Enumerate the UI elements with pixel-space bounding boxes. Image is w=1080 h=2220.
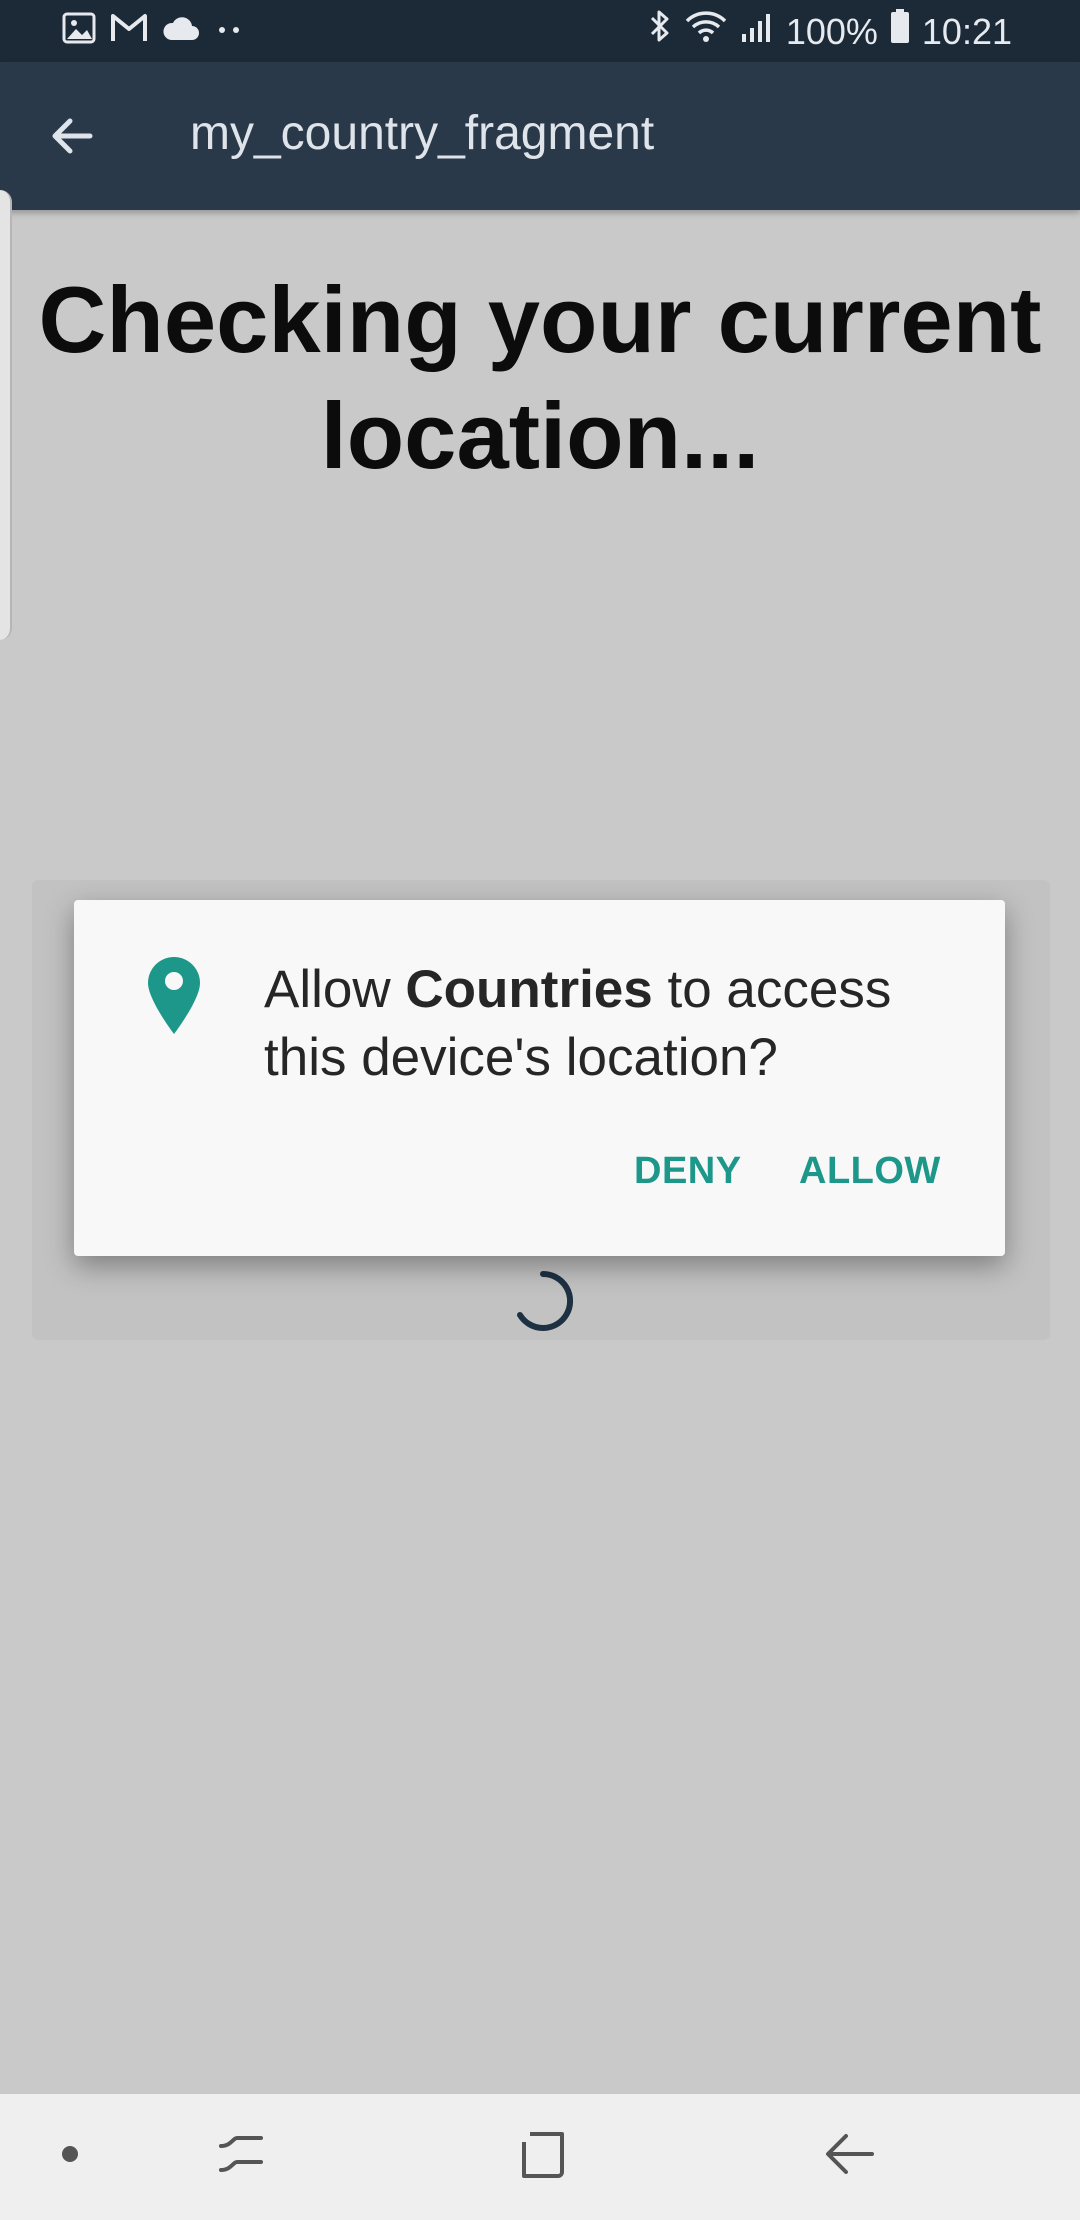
back-button[interactable] (36, 100, 108, 172)
status-time: 10:21 (921, 10, 1012, 52)
recents-icon[interactable] (216, 2124, 266, 2189)
battery-icon (890, 8, 910, 55)
allow-button[interactable]: ALLOW (799, 1150, 941, 1193)
cloud-icon (162, 14, 200, 47)
status-bar: 100% 10:21 (0, 0, 1080, 62)
navigation-bar (0, 2094, 1080, 2220)
status-system: 100% 10:21 (648, 8, 1012, 55)
home-icon[interactable] (516, 2124, 570, 2189)
back-icon[interactable] (822, 2124, 878, 2189)
battery-percentage: 100% (785, 10, 878, 52)
location-pin-icon (144, 954, 204, 1036)
image-icon (62, 12, 96, 49)
bluetooth-icon (648, 8, 672, 55)
deny-button[interactable]: DENY (634, 1150, 742, 1193)
signal-icon (740, 9, 774, 55)
dialog-message: Allow Countries to access this device's … (264, 956, 964, 1092)
location-permission-dialog: Allow Countries to access this device's … (74, 900, 1005, 1256)
app-bar: my_country_fragment (0, 62, 1080, 210)
app-title: my_country_fragment (190, 107, 655, 160)
arrow-back-icon (52, 118, 93, 154)
screen: 100% 10:21 my_country_fragment Checking … (0, 0, 1080, 2220)
more-dots-icon (214, 14, 244, 47)
gmail-icon (110, 12, 148, 49)
dot-icon[interactable] (58, 2142, 82, 2171)
app-name: Countries (405, 960, 653, 1019)
message-prefix: Allow (264, 960, 406, 1019)
wifi-icon (684, 8, 728, 55)
page-heading: Checking your current location... (38, 267, 1042, 488)
status-notifications (62, 12, 244, 49)
